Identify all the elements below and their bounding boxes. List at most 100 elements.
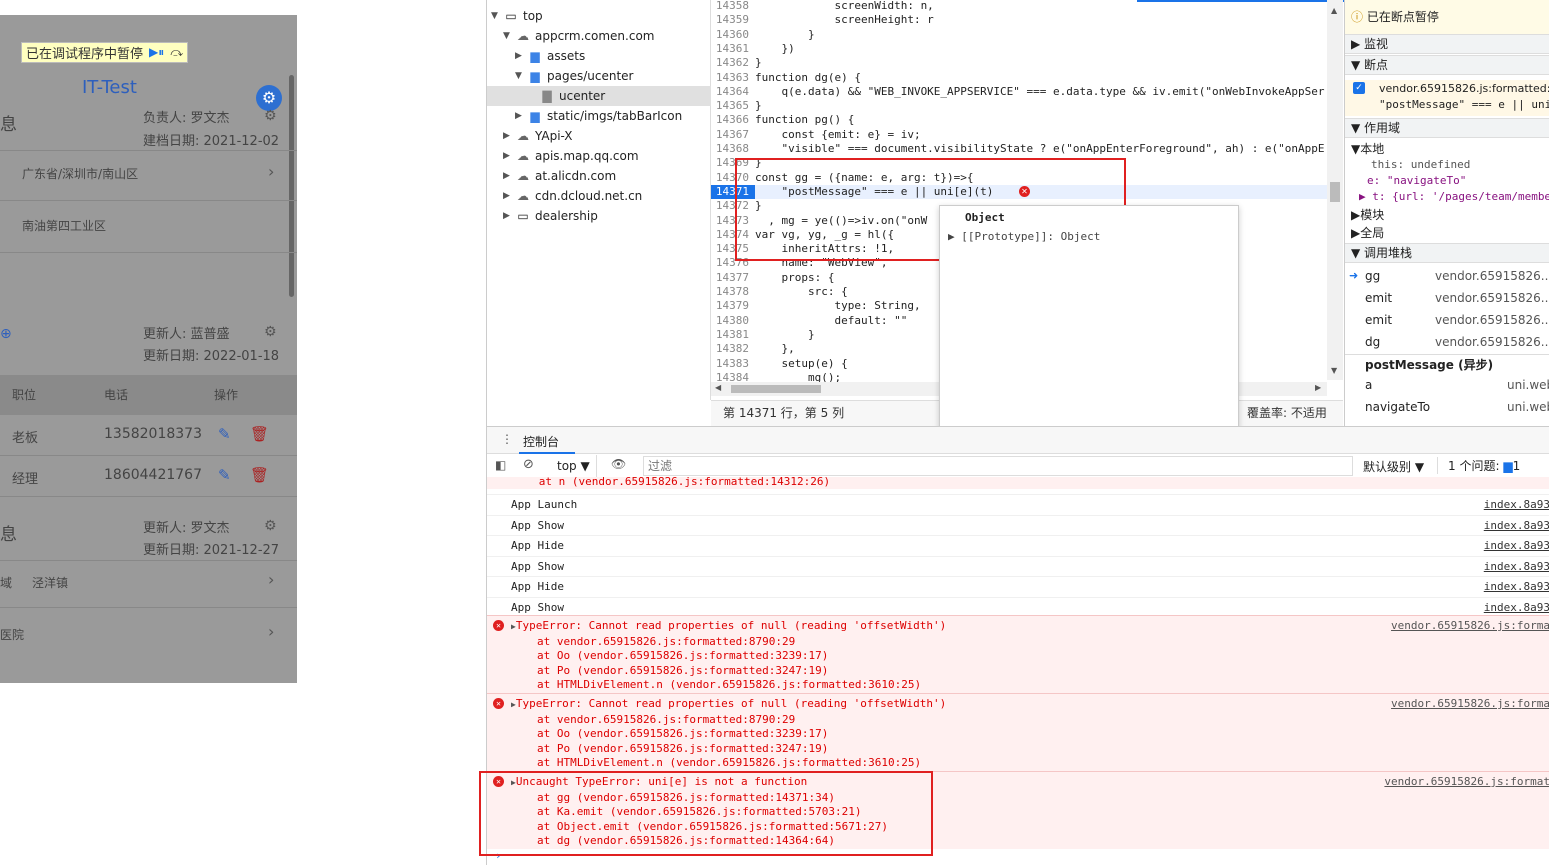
frame-source[interactable]: uni.webv: [1507, 396, 1549, 418]
tree-item-top[interactable]: ▼ ▭ top: [487, 6, 711, 26]
scrollbar[interactable]: [289, 75, 294, 297]
callstack-frame[interactable]: a uni.webv: [1345, 374, 1549, 396]
tree-item-pages-ucenter[interactable]: ▼ ▆ pages/ucenter: [487, 66, 711, 86]
frame-source[interactable]: vendor.65915826...orr: [1435, 331, 1549, 353]
frame-source[interactable]: vendor.65915826...orr: [1435, 265, 1549, 287]
line-number[interactable]: 14364: [711, 85, 755, 99]
code-line[interactable]: 14358 screenWidth: n,: [711, 0, 1327, 13]
settings-icon[interactable]: ⚙: [264, 108, 277, 124]
tree-item-appcrm-comen-com[interactable]: ▼ ☁ appcrm.comen.com: [487, 26, 711, 46]
line-number[interactable]: 14378: [711, 285, 755, 299]
expand-triangle-icon[interactable]: ▶: [1359, 190, 1372, 203]
code-line[interactable]: 14359 screenHeight: r: [711, 13, 1327, 27]
line-number[interactable]: 14359: [711, 13, 755, 27]
settings-icon[interactable]: ⚙: [264, 518, 277, 534]
checkbox-checked-icon[interactable]: ✓: [1353, 82, 1365, 94]
console-source-link[interactable]: index.8a93: [1484, 557, 1549, 577]
scroll-left-icon[interactable]: ◀: [715, 383, 721, 392]
tree-item-ucenter[interactable]: ▇ ucenter: [487, 86, 711, 106]
console-source-link[interactable]: index.8a93: [1484, 536, 1549, 556]
chevron-right-icon[interactable]: ›: [268, 622, 274, 641]
code-line[interactable]: 14364 q(e.data) && "WEB_INVOKE_APPSERVIC…: [711, 85, 1327, 99]
prototype-row[interactable]: ▶ [[Prototype]]: Object: [948, 230, 1100, 243]
collapsed-arrow-icon[interactable]: ▶: [503, 166, 515, 186]
issues-button[interactable]: 1 个问题: ▆1: [1437, 457, 1520, 474]
callstack-section[interactable]: ▼ 调用堆栈: [1345, 243, 1549, 263]
callstack-frame[interactable]: ➜ gg vendor.65915826...orr: [1345, 265, 1549, 287]
line-number[interactable]: 14358: [711, 0, 755, 13]
frame-source[interactable]: uni.webv: [1507, 374, 1549, 396]
context-selector[interactable]: top ▼: [551, 455, 597, 477]
more-menu-icon[interactable]: ⋮: [501, 432, 513, 446]
console-filter-input[interactable]: [643, 456, 1353, 476]
tree-item-cdn-dcloud-net-cn[interactable]: ▶ ☁ cdn.dcloud.net.cn: [487, 186, 711, 206]
stack-frame-link[interactable]: at Po (vendor.65915826.js:formatted:3247…: [487, 742, 1549, 757]
add-circle-icon[interactable]: ⊕: [0, 326, 12, 342]
stack-frame-link[interactable]: at vendor.65915826.js:formatted:8790:29: [487, 635, 1549, 650]
console-source-link[interactable]: vendor.65915826.js:forma: [1391, 619, 1549, 634]
expanded-arrow-icon[interactable]: ▼: [491, 6, 503, 26]
scroll-thumb[interactable]: [1330, 182, 1340, 202]
collapsed-arrow-icon[interactable]: ▶: [503, 146, 515, 166]
code-line[interactable]: 14361 }): [711, 42, 1327, 56]
tree-item-static-imgs-tabbaricon[interactable]: ▶ ▆ static/imgs/tabBarIcon: [487, 106, 711, 126]
line-number[interactable]: 14377: [711, 271, 755, 285]
line-number[interactable]: 14383: [711, 357, 755, 371]
scroll-right-icon[interactable]: ▶: [1315, 383, 1321, 392]
line-number[interactable]: 14379: [711, 299, 755, 313]
line-number[interactable]: 14368: [711, 142, 755, 156]
callstack-frame[interactable]: emit vendor.65915826...fo: [1345, 309, 1549, 331]
frame-source[interactable]: vendor.65915826...fo: [1435, 309, 1549, 331]
code-line[interactable]: 14362}: [711, 56, 1327, 70]
callstack-frame[interactable]: dg vendor.65915826...orr: [1345, 331, 1549, 353]
line-number[interactable]: 14366: [711, 113, 755, 127]
stack-frame-link[interactable]: at vendor.65915826.js:formatted:8790:29: [487, 713, 1549, 728]
line-number[interactable]: 14362: [711, 56, 755, 70]
collapsed-arrow-icon[interactable]: ▶: [503, 206, 515, 226]
breakpoint-item[interactable]: ✓ vendor.65915826.js:formatted:14 "postM…: [1345, 80, 1549, 116]
console-source-link[interactable]: index.8a93: [1484, 516, 1549, 536]
expand-triangle-icon[interactable]: ▶: [948, 230, 961, 243]
scope-t[interactable]: ▶ t: {url: '/pages/team/member: [1345, 190, 1549, 205]
trash-icon[interactable]: 🗑: [250, 425, 269, 443]
code-line[interactable]: 14363 function dg(e) {: [711, 71, 1327, 85]
sidebar-toggle-icon[interactable]: ◧: [495, 458, 506, 472]
watch-section[interactable]: ▶ 监视: [1345, 34, 1549, 54]
collapsed-arrow-icon[interactable]: ▶: [515, 46, 527, 66]
chevron-right-icon[interactable]: ›: [268, 162, 274, 181]
stack-frame-link[interactable]: at HTMLDivElement.n (vendor.65915826.js:…: [487, 678, 1549, 693]
line-number[interactable]: 14367: [711, 128, 755, 142]
line-number[interactable]: 14380: [711, 314, 755, 328]
stack-frame-link[interactable]: at Oo (vendor.65915826.js:formatted:3239…: [487, 649, 1549, 664]
eye-icon[interactable]: 👁: [611, 457, 626, 471]
callstack-frame[interactable]: navigateTo uni.webv: [1345, 396, 1549, 418]
expanded-arrow-icon[interactable]: ▼: [515, 66, 527, 86]
stack-frame-link[interactable]: at Oo (vendor.65915826.js:formatted:3239…: [487, 727, 1549, 742]
code-line[interactable]: 14365}: [711, 99, 1327, 113]
code-line[interactable]: 14368 "visible" === document.visibilityS…: [711, 142, 1327, 156]
edit-pencil-icon[interactable]: ✎: [218, 425, 231, 443]
line-number[interactable]: 14381: [711, 328, 755, 342]
address-line[interactable]: 广东省/深圳市/南山区: [22, 165, 138, 182]
scope-section[interactable]: ▼ 作用域: [1345, 118, 1549, 138]
code-line[interactable]: 14367 const {emit: e} = iv;: [711, 128, 1327, 142]
stack-frame-link[interactable]: at Po (vendor.65915826.js:formatted:3247…: [487, 664, 1549, 679]
line-number[interactable]: 14365: [711, 99, 755, 113]
hospital-label[interactable]: 医院: [0, 626, 24, 643]
area-value[interactable]: 泾洋镇: [32, 574, 68, 591]
code-line[interactable]: 14366 function pg() {: [711, 113, 1327, 127]
stack-frame-link[interactable]: at HTMLDivElement.n (vendor.65915826.js:…: [487, 756, 1549, 771]
line-number[interactable]: 14382: [711, 342, 755, 356]
breakpoints-section[interactable]: ▼ 断点: [1345, 55, 1549, 75]
callstack-frame[interactable]: emit vendor.65915826...fo: [1345, 287, 1549, 309]
edit-pencil-icon[interactable]: ✎: [218, 466, 231, 484]
console-source-link[interactable]: vendor.65915826.js:format: [1384, 775, 1549, 790]
clear-console-icon[interactable]: ⊘: [523, 457, 534, 472]
scope-local[interactable]: ▼本地: [1345, 140, 1549, 156]
settings-icon[interactable]: ⚙: [264, 324, 277, 340]
editor-vertical-scrollbar[interactable]: ▲ ▼: [1327, 0, 1343, 380]
step-over-icon[interactable]: ⤼: [170, 45, 183, 60]
scope-global[interactable]: ▶全局: [1345, 224, 1549, 240]
log-levels-dropdown[interactable]: 默认级别 ▼: [1363, 458, 1424, 475]
console-source-link[interactable]: index.8a93: [1484, 495, 1549, 515]
